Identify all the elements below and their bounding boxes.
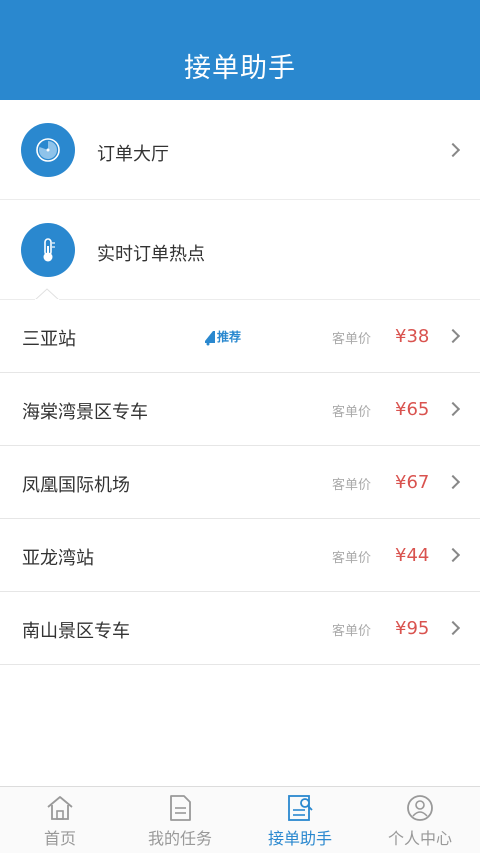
order-name: 亚龙湾站 [22, 548, 94, 569]
order-name: 南山景区专车 [22, 621, 130, 642]
section-pointer [35, 288, 59, 300]
order-name: 三亚站 [22, 329, 76, 350]
order-row-haitang-bay[interactable]: 海棠湾景区专车 客单价 ¥65 [0, 373, 480, 446]
order-hall-entry[interactable]: 订单大厅 [0, 100, 480, 200]
chevron-right-icon [445, 401, 461, 417]
clock-icon [21, 123, 75, 177]
order-price: ¥95 [395, 618, 430, 639]
chevron-right-icon [445, 620, 461, 636]
search-document-icon [288, 795, 313, 821]
chevron-right-icon [445, 474, 461, 490]
realtime-hotspot-entry[interactable]: 实时订单热点 [0, 200, 480, 300]
tab-profile[interactable]: 个人中心 [360, 787, 480, 853]
realtime-hotspot-label: 实时订单热点 [97, 244, 205, 265]
order-price: ¥67 [395, 472, 430, 493]
tab-order-assistant[interactable]: 接单助手 [240, 787, 360, 853]
order-price: ¥65 [395, 399, 430, 420]
page-title: 接单助手 [184, 53, 296, 84]
order-row-phoenix-airport[interactable]: 凤凰国际机场 客单价 ¥67 [0, 446, 480, 519]
price-label: 客单价 [332, 405, 372, 420]
home-icon [47, 796, 73, 820]
chevron-right-icon [445, 142, 461, 158]
price-label: 客单价 [332, 551, 372, 566]
tab-my-tasks[interactable]: 我的任务 [120, 787, 240, 853]
order-row-sanya-station[interactable]: 三亚站 推荐 客单价 ¥38 [0, 300, 480, 373]
price-label: 客单价 [332, 624, 372, 639]
main-content: 订单大厅 实时订单热点 三亚站 推荐 客单价 ¥38 海棠湾景区专车 客单价 ¥… [0, 100, 480, 786]
thermometer-icon [21, 223, 75, 277]
chevron-right-icon [445, 547, 461, 563]
price-label: 客单价 [332, 332, 372, 347]
document-icon [170, 795, 191, 821]
order-price: ¥38 [395, 326, 430, 347]
order-row-yalong-bay[interactable]: 亚龙湾站 客单价 ¥44 [0, 519, 480, 592]
bottom-tab-bar: 首页 我的任务 接单助手 个人中心 [0, 786, 480, 853]
order-price: ¥44 [395, 545, 430, 566]
order-hall-label: 订单大厅 [97, 144, 169, 165]
app-header: 接单助手 [0, 0, 480, 100]
user-icon [407, 795, 433, 821]
order-row-nanshan[interactable]: 南山景区专车 客单价 ¥95 [0, 592, 480, 665]
chevron-right-icon [445, 328, 461, 344]
tab-home[interactable]: 首页 [0, 787, 120, 853]
price-label: 客单价 [332, 478, 372, 493]
order-name: 凤凰国际机场 [22, 475, 130, 496]
recommend-badge: 推荐 [203, 327, 249, 347]
order-name: 海棠湾景区专车 [22, 402, 148, 423]
